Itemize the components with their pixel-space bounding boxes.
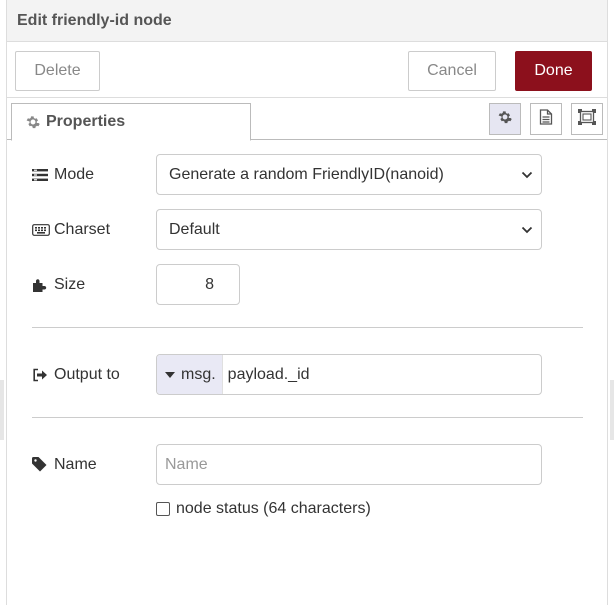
size-row: Size <box>32 264 156 305</box>
node-status-row: node status (64 characters) <box>156 500 371 518</box>
node-status-checkbox[interactable] <box>156 502 170 516</box>
node-status-label[interactable]: node status (64 characters) <box>176 500 371 518</box>
charset-label: Charset <box>54 220 111 238</box>
charset-select[interactable]: Default <box>156 209 542 250</box>
mode-value: Generate a random FriendlyID(nanoid) <box>169 165 444 183</box>
mode-row: Mode <box>32 154 156 195</box>
tray-toolbar: Delete Cancel Done <box>7 42 607 98</box>
tab-description-button[interactable] <box>530 103 562 135</box>
right-resize-handle[interactable] <box>610 380 614 440</box>
charset-value: Default <box>169 220 220 238</box>
mode-label: Mode <box>54 165 95 183</box>
chevron-down-icon <box>521 168 533 186</box>
left-resize-handle[interactable] <box>0 380 4 440</box>
size-input[interactable]: 8 <box>156 264 240 305</box>
keyboard-icon <box>32 223 50 236</box>
gear-icon <box>498 110 512 129</box>
size-value: 8 <box>205 275 214 293</box>
description-icon <box>539 108 553 130</box>
tab-settings-button[interactable] <box>489 103 521 135</box>
done-button[interactable]: Done <box>515 51 592 91</box>
tray-title: Edit friendly-id node <box>17 11 172 29</box>
charset-row: Charset <box>32 209 156 250</box>
output-label: Output to <box>54 365 120 383</box>
edit-tray: Edit friendly-id node Delete Cancel Done… <box>6 0 608 605</box>
divider <box>32 417 583 418</box>
output-type-button[interactable]: msg. <box>157 355 223 394</box>
list-icon <box>32 168 50 182</box>
tabs-bar: Properties <box>7 98 607 141</box>
output-value: payload._id <box>227 365 310 383</box>
tab-appearance-button[interactable] <box>571 103 603 135</box>
output-row: Output to <box>32 354 156 395</box>
output-type-label: msg. <box>181 365 216 383</box>
name-placeholder: Name <box>165 455 208 473</box>
name-row: Name <box>32 444 156 485</box>
caret-down-icon <box>165 371 175 378</box>
divider <box>32 327 583 328</box>
sign-out-icon <box>32 368 50 382</box>
tag-icon <box>32 457 50 472</box>
tray-header: Edit friendly-id node <box>7 0 607 42</box>
appearance-icon <box>578 108 596 130</box>
mode-select[interactable]: Generate a random FriendlyID(nanoid) <box>156 154 542 195</box>
delete-button[interactable]: Delete <box>15 51 100 91</box>
output-typed-input[interactable]: msg. payload._id <box>156 354 542 395</box>
tab-properties[interactable]: Properties <box>11 103 251 141</box>
cancel-button[interactable]: Cancel <box>408 51 496 91</box>
name-input[interactable]: Name <box>156 444 542 485</box>
chevron-down-icon <box>521 223 533 241</box>
tab-properties-label: Properties <box>46 113 126 130</box>
size-label: Size <box>54 275 86 293</box>
puzzle-icon <box>32 278 50 292</box>
name-label: Name <box>54 455 97 473</box>
gear-icon <box>26 115 40 129</box>
